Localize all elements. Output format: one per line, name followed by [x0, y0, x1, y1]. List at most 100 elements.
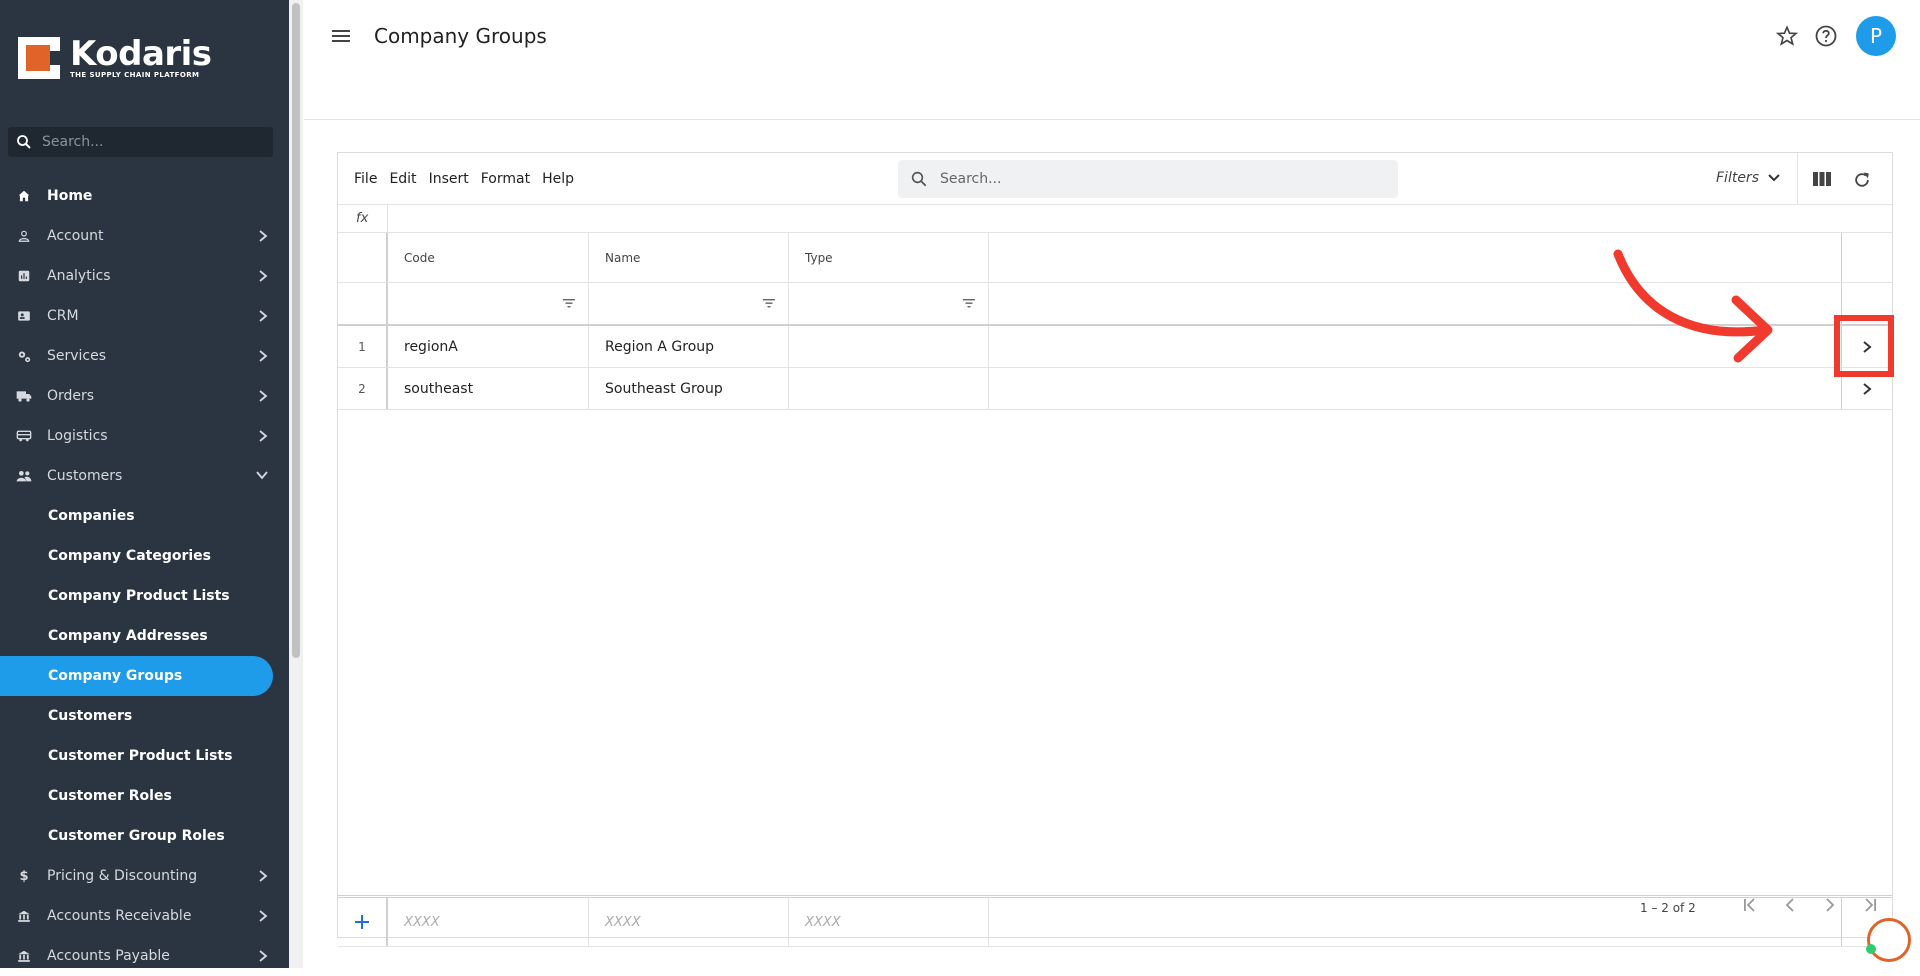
annotation-arrow	[1613, 249, 1773, 363]
filter-icon[interactable]	[762, 297, 776, 309]
sidebar-subitem-customer-product-lists[interactable]: Customer Product Lists	[0, 736, 289, 776]
filters-label: Filters	[1716, 170, 1759, 186]
search-icon	[911, 171, 927, 187]
first-page-button[interactable]	[1730, 897, 1770, 913]
formula-label: fx	[356, 211, 369, 226]
sidebar-item-crm[interactable]: CRM	[0, 296, 289, 336]
row-number: 2	[338, 368, 388, 409]
sidebar-item-label: Accounts Receivable	[47, 908, 192, 924]
cell-name[interactable]: Southeast Group	[589, 368, 789, 409]
pagination: 1 – 2 of 2	[338, 873, 1892, 937]
sidebar-search-input[interactable]	[42, 134, 252, 150]
sidebar-item-account[interactable]: Account	[0, 216, 289, 256]
sidebar-subitem-customers[interactable]: Customers	[0, 696, 289, 736]
sidebar-subitem-customer-roles[interactable]: Customer Roles	[0, 776, 289, 816]
sidebar-item-accounts-receivable[interactable]: Accounts Receivable	[0, 896, 289, 936]
menu-insert[interactable]: Insert	[429, 171, 469, 187]
row-number-filter	[338, 283, 388, 324]
row-number-header	[338, 233, 388, 282]
annotation-highlight-box	[1834, 315, 1894, 377]
bank-icon	[16, 948, 32, 964]
filter-icon[interactable]	[562, 297, 576, 309]
chat-widget-icon[interactable]	[1867, 918, 1911, 962]
sidebar-item-pricing[interactable]: $ Pricing & Discounting	[0, 856, 289, 896]
grid-menu-bar: File Edit Insert Format Help	[354, 171, 586, 187]
sidebar-subitem-company-product-lists[interactable]: Company Product Lists	[0, 576, 289, 616]
pagination-range: 1 – 2 of 2	[1640, 901, 1696, 915]
sidebar-item-services[interactable]: Services	[0, 336, 289, 376]
user-avatar[interactable]: P	[1856, 16, 1896, 56]
menu-help[interactable]: Help	[542, 171, 574, 187]
column-header-code[interactable]: Code	[388, 233, 589, 282]
sidebar-item-label: Customers	[47, 468, 123, 484]
chevron-right-icon	[259, 870, 268, 882]
sidebar-scrollbar-thumb[interactable]	[292, 3, 300, 658]
column-header-name[interactable]: Name	[589, 233, 789, 282]
page-header: Company Groups P	[304, 0, 1920, 120]
cell-name[interactable]: Region A Group	[589, 326, 789, 367]
sidebar-item-label: Account	[47, 228, 104, 244]
row-number: 1	[338, 326, 388, 367]
cell-code[interactable]: regionA	[388, 326, 589, 367]
chevron-right-icon	[259, 230, 268, 242]
sidebar-item-orders[interactable]: Orders	[0, 376, 289, 416]
menu-file[interactable]: File	[354, 171, 377, 187]
sidebar-item-label: Analytics	[47, 268, 111, 284]
sidebar-item-label: Orders	[47, 388, 95, 404]
column-header-type[interactable]: Type	[789, 233, 989, 282]
refresh-icon[interactable]	[1852, 170, 1872, 194]
bank-icon	[16, 908, 32, 924]
menu-edit[interactable]: Edit	[389, 171, 416, 187]
help-icon[interactable]	[1814, 24, 1838, 48]
people-icon	[16, 468, 32, 484]
action-header	[1842, 233, 1892, 282]
sidebar-subitem-company-groups[interactable]: Company Groups	[0, 656, 273, 696]
grid-search-input[interactable]	[940, 171, 1360, 187]
filters-dropdown[interactable]: Filters	[1716, 170, 1781, 186]
sidebar-item-label: CRM	[47, 308, 79, 324]
bus-icon	[16, 428, 32, 444]
sidebar-subitem-company-addresses[interactable]: Company Addresses	[0, 616, 289, 656]
sidebar-subitem-company-categories[interactable]: Company Categories	[0, 536, 289, 576]
sidebar-subitem-companies[interactable]: Companies	[0, 496, 289, 536]
columns-icon[interactable]	[1812, 170, 1832, 192]
chevron-down-icon	[256, 471, 268, 480]
filter-cell-type[interactable]	[789, 283, 989, 324]
sidebar-item-analytics[interactable]: Analytics	[0, 256, 289, 296]
menu-format[interactable]: Format	[481, 171, 530, 187]
home-icon	[16, 188, 32, 204]
chevron-right-icon	[259, 950, 268, 962]
last-page-button[interactable]	[1850, 897, 1890, 913]
brand-name: Kodaris	[70, 34, 212, 74]
sidebar-item-accounts-payable[interactable]: Accounts Payable	[0, 936, 289, 976]
prev-page-button[interactable]	[1770, 897, 1810, 913]
filter-icon[interactable]	[962, 297, 976, 309]
sidebar-search	[8, 127, 273, 157]
last-page-icon	[1865, 898, 1876, 912]
chevron-right-icon	[259, 270, 268, 282]
next-page-button[interactable]	[1810, 897, 1850, 913]
sidebar-item-label: Pricing & Discounting	[47, 868, 198, 884]
cell-type[interactable]	[789, 368, 989, 409]
sidebar-item-label: Accounts Payable	[47, 948, 170, 964]
star-icon[interactable]	[1776, 25, 1798, 47]
dollar-icon: $	[19, 868, 29, 884]
sidebar-item-customers[interactable]: Customers	[0, 456, 289, 496]
cell-code[interactable]: southeast	[388, 368, 589, 409]
chevron-down-icon	[1768, 174, 1780, 182]
hamburger-menu-icon[interactable]	[331, 26, 351, 46]
kodaris-logo[interactable]: Kodaris THE SUPPLY CHAIN PLATFORM	[18, 36, 212, 80]
chevron-left-icon	[1785, 898, 1794, 912]
first-page-icon	[1744, 898, 1755, 912]
sidebar-item-home[interactable]: Home	[0, 176, 289, 216]
sidebar-item-label: Home	[47, 188, 93, 204]
table-row[interactable]: 2 southeast Southeast Group	[338, 368, 1892, 410]
filter-cell-code[interactable]	[388, 283, 589, 324]
sidebar-item-logistics[interactable]: Logistics	[0, 416, 289, 456]
sidebar-scrollbar[interactable]	[289, 0, 303, 968]
cell-type[interactable]	[789, 326, 989, 367]
toolbar-divider	[1797, 153, 1798, 205]
filter-cell-name[interactable]	[589, 283, 789, 324]
sidebar-item-label: Services	[47, 348, 107, 364]
sidebar-subitem-customer-group-roles[interactable]: Customer Group Roles	[0, 816, 289, 856]
